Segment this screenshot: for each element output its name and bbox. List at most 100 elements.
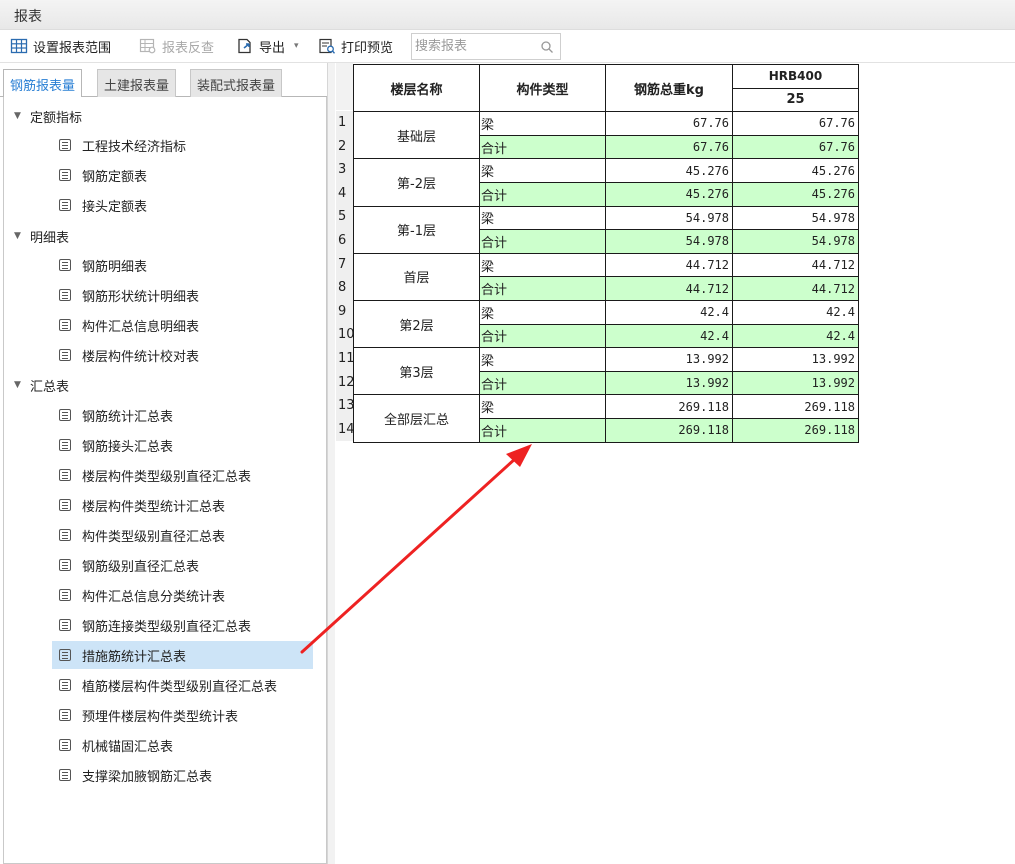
hrb400-25-cell: 54.978	[732, 205, 859, 231]
tab-rebar-report[interactable]: 钢筋报表量	[3, 69, 83, 98]
header-diameter: 25	[732, 87, 859, 113]
tree-item[interactable]: 钢筋定额表	[52, 161, 313, 189]
collapse-arrow-icon[interactable]: ▼	[14, 111, 30, 121]
row-number: 5	[336, 205, 354, 229]
row-number: 13	[336, 394, 355, 418]
tree-item[interactable]: 钢筋统计汇总表	[52, 401, 313, 429]
print-preview-label: 打印预览	[341, 40, 394, 56]
subtotal-weight-cell: 54.978	[605, 229, 733, 254]
document-icon	[59, 139, 71, 151]
window-title: 报表	[14, 9, 42, 25]
print-preview-button[interactable]: 打印预览	[318, 36, 393, 56]
tree-item[interactable]: 构件类型级别直径汇总表	[52, 521, 313, 549]
tree-item-label: 构件汇总信息明细表	[82, 319, 200, 335]
tree-group-summary[interactable]: ▼ 汇总表	[14, 374, 69, 396]
tree-item[interactable]: 楼层构件类型统计汇总表	[52, 491, 313, 519]
search-icon[interactable]	[540, 40, 554, 54]
component-type-cell: 梁	[479, 252, 606, 278]
header-grade: HRB400	[732, 64, 859, 89]
tree-item-label: 楼层构件类型统计汇总表	[82, 499, 226, 515]
tree-item[interactable]: 机械锚固汇总表	[52, 731, 313, 759]
table-row: 全部层汇总梁 269.118 269.118	[353, 394, 859, 443]
collapse-arrow-icon[interactable]: ▼	[14, 380, 30, 390]
set-range-button[interactable]: 设置报表范围	[10, 36, 111, 56]
tree-item-label: 构件汇总信息分类统计表	[82, 589, 226, 605]
tree-item-label: 机械锚固汇总表	[82, 739, 174, 755]
tab-prefab-report[interactable]: 装配式报表量	[190, 69, 283, 97]
tree-item[interactable]: 预埋件楼层构件类型统计表	[52, 701, 313, 729]
floor-name-cell: 第3层	[353, 347, 480, 396]
reverse-check-label: 报表反查	[162, 40, 215, 56]
component-type-cell: 梁	[479, 394, 606, 419]
hrb400-25-cell: 42.4	[732, 299, 859, 325]
component-type-cell: 梁	[479, 158, 606, 183]
tree-group-label: 汇总表	[30, 379, 70, 395]
tree-item[interactable]: 构件汇总信息明细表	[52, 311, 313, 339]
header-floor-name: 楼层名称	[353, 63, 480, 113]
tree-item[interactable]: 支撑梁加腋钢筋汇总表	[52, 761, 313, 789]
grid-settings-icon	[10, 37, 28, 55]
tree-item-label: 构件类型级别直径汇总表	[82, 529, 226, 545]
document-icon	[59, 319, 71, 331]
total-weight-cell: 13.992	[605, 347, 733, 372]
floor-name-cell: 基础层	[353, 111, 480, 160]
tree-item[interactable]: 接头定额表	[52, 191, 313, 219]
tab-civil-report[interactable]: 土建报表量	[97, 69, 177, 97]
tree-group-quota-index[interactable]: ▼ 定额指标	[14, 105, 82, 127]
report-search-input[interactable]	[415, 37, 530, 56]
tree-item[interactable]: 钢筋级别直径汇总表	[52, 551, 313, 579]
tree-item-selected[interactable]: 措施筋统计汇总表	[52, 641, 313, 669]
tree-item[interactable]: 钢筋连接类型级别直径汇总表	[52, 611, 313, 639]
report-category-tabs: 钢筋报表量 土建报表量 装配式报表量	[0, 67, 327, 98]
panel-splitter[interactable]	[327, 63, 335, 864]
row-number: 2	[336, 134, 354, 159]
report-search-box	[411, 33, 561, 60]
tree-item[interactable]: 钢筋接头汇总表	[52, 431, 313, 459]
document-icon	[59, 439, 71, 451]
export-button[interactable]: 导出 ▾	[236, 36, 299, 56]
tree-item[interactable]: 工程技术经济指标	[52, 131, 313, 159]
collapse-arrow-icon[interactable]: ▼	[14, 231, 30, 241]
tree-item[interactable]: 楼层构件类型级别直径汇总表	[52, 461, 313, 489]
hrb400-25-cell: 67.76	[732, 111, 859, 136]
header-component-type: 构件类型	[479, 63, 606, 113]
tree-item[interactable]: 楼层构件统计校对表	[52, 341, 313, 369]
reverse-check-button[interactable]: 报表反查	[139, 36, 214, 56]
row-number: 12	[336, 370, 355, 395]
tree-group-detail[interactable]: ▼ 明细表	[14, 225, 69, 247]
total-weight-cell: 45.276	[605, 158, 733, 183]
subtotal-weight-cell: 269.118	[605, 417, 733, 443]
set-range-label: 设置报表范围	[33, 40, 112, 56]
floor-name-cell: 第2层	[353, 299, 480, 349]
tree-item[interactable]: 植筋楼层构件类型级别直径汇总表	[52, 671, 313, 699]
tree-item-label: 工程技术经济指标	[82, 139, 187, 155]
table-search-icon	[139, 37, 157, 55]
chevron-down-icon[interactable]: ▾	[294, 41, 299, 51]
tree-item[interactable]: 钢筋形状统计明细表	[52, 281, 313, 309]
row-number: 11	[336, 347, 355, 371]
tree-group-label: 明细表	[30, 230, 70, 246]
component-type-cell: 梁	[479, 111, 606, 136]
floor-name-cell: 首层	[353, 252, 480, 301]
document-icon	[59, 739, 71, 751]
tree-item-label: 植筋楼层构件类型级别直径汇总表	[82, 679, 278, 695]
component-type-cell: 梁	[479, 205, 606, 231]
tree-item-label: 钢筋接头汇总表	[82, 439, 174, 455]
subtotal-hrb400-25-cell: 42.4	[732, 323, 859, 349]
export-icon	[236, 37, 254, 55]
tree-item[interactable]: 构件汇总信息分类统计表	[52, 581, 313, 609]
row-number: 7	[336, 252, 354, 277]
row-number: 6	[336, 229, 354, 253]
tree-item[interactable]: 钢筋明细表	[52, 251, 313, 279]
tree-item-label: 钢筋明细表	[82, 259, 148, 275]
hrb400-25-cell: 269.118	[732, 394, 859, 419]
subtotal-hrb400-25-cell: 67.76	[732, 134, 859, 160]
hrb400-25-cell: 13.992	[732, 347, 859, 372]
subtotal-label-cell: 合计	[479, 370, 606, 396]
table-row: 第-1层梁 54.978 54.978	[353, 205, 859, 254]
document-icon	[59, 679, 71, 691]
tree-item-label: 钢筋定额表	[82, 169, 148, 185]
total-weight-cell: 269.118	[605, 394, 733, 419]
document-icon	[59, 469, 71, 481]
document-icon	[59, 559, 71, 571]
